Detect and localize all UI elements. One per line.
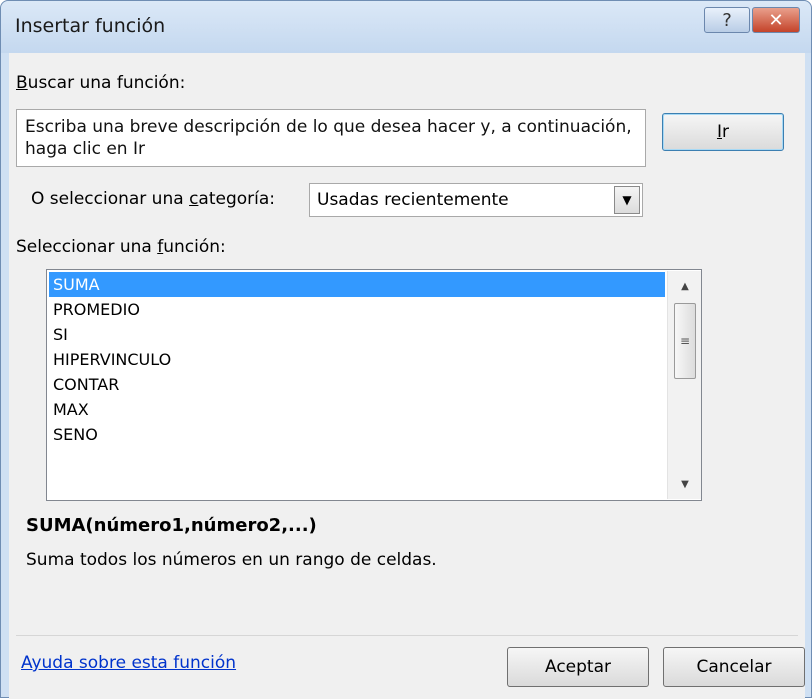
dialog-title: Insertar función xyxy=(15,15,166,37)
scroll-down-icon[interactable]: ▼ xyxy=(672,473,698,495)
close-button[interactable]: ✕ xyxy=(752,7,800,33)
list-item-max[interactable]: MAX xyxy=(49,397,665,422)
scroll-up-icon[interactable]: ▲ xyxy=(672,275,698,297)
function-list[interactable]: SUMA PROMEDIO SI HIPERVINCULO CONTAR MAX… xyxy=(46,269,702,501)
list-item-promedio[interactable]: PROMEDIO xyxy=(49,297,665,322)
list-item-si[interactable]: SI xyxy=(49,322,665,347)
search-input[interactable]: Escriba una breve descripción de lo que … xyxy=(16,109,646,167)
category-label-pre: O seleccionar una xyxy=(31,189,190,209)
footer-divider xyxy=(16,635,798,636)
search-label-rest: uscar una función: xyxy=(27,73,186,93)
dialog-body: Buscar una función: Escriba una breve de… xyxy=(9,53,805,699)
search-label-accel: B xyxy=(16,73,28,93)
close-icon: ✕ xyxy=(768,9,784,31)
scroll-thumb[interactable]: ≡ xyxy=(674,303,696,379)
go-button-rest: r xyxy=(722,122,729,142)
list-item-seno[interactable]: SENO xyxy=(49,422,665,447)
function-list-label: Seleccionar una función: xyxy=(16,237,226,257)
search-label: Buscar una función: xyxy=(16,73,185,93)
list-item-suma[interactable]: SUMA xyxy=(49,272,665,297)
title-bar[interactable]: Insertar función ? ✕ xyxy=(1,1,811,53)
function-description: Suma todos los números en un rango de ce… xyxy=(26,550,437,570)
chevron-down-icon[interactable]: ▼ xyxy=(614,186,640,214)
function-signature: SUMA(número1,número2,...) xyxy=(26,515,317,536)
insert-function-dialog: Insertar función ? ✕ Buscar una función:… xyxy=(0,0,812,699)
category-label-post: ategoría: xyxy=(198,189,276,209)
function-label-pre: Seleccionar una xyxy=(16,237,158,257)
category-select[interactable]: Usadas recientemente ▼ xyxy=(309,183,643,217)
category-label: O seleccionar una categoría: xyxy=(31,189,275,209)
function-label-post: unción: xyxy=(163,237,226,257)
cancel-button[interactable]: Cancelar xyxy=(663,647,805,687)
go-button[interactable]: Ir xyxy=(662,113,784,151)
question-icon: ? xyxy=(722,9,732,31)
list-scrollbar[interactable]: ▲ ≡ ▼ xyxy=(667,271,701,499)
category-selected-value: Usadas recientemente xyxy=(317,190,509,210)
ok-button[interactable]: Aceptar xyxy=(507,647,649,687)
list-item-contar[interactable]: CONTAR xyxy=(49,372,665,397)
list-item-hipervinculo[interactable]: HIPERVINCULO xyxy=(49,347,665,372)
help-on-function-link[interactable]: Ayuda sobre esta función xyxy=(21,653,236,673)
help-button[interactable]: ? xyxy=(704,7,750,33)
function-list-items: SUMA PROMEDIO SI HIPERVINCULO CONTAR MAX… xyxy=(49,272,665,498)
